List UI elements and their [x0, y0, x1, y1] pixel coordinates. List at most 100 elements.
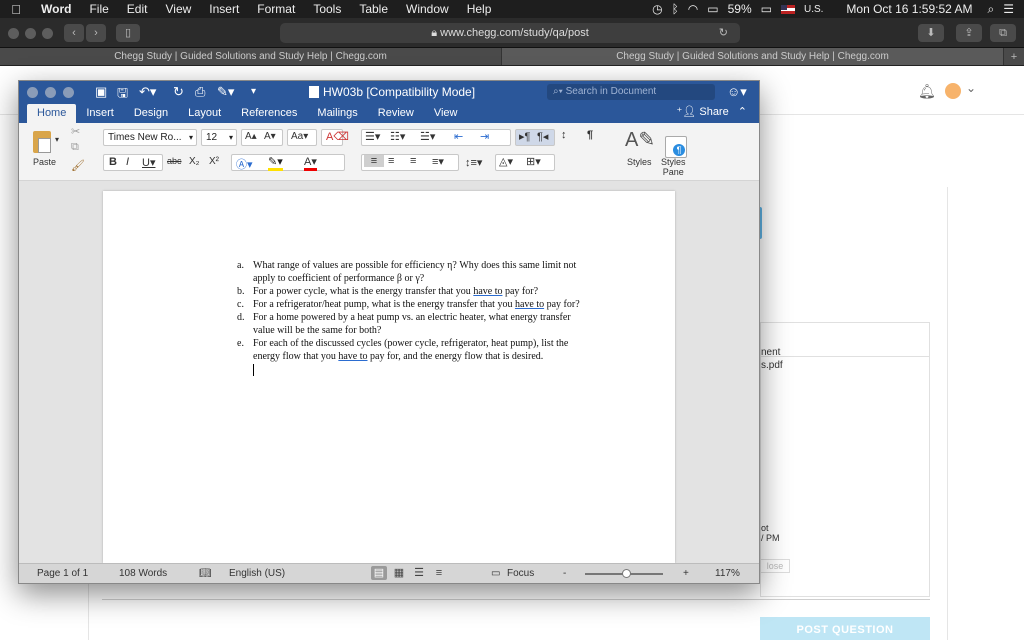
copy-icon[interactable]: ⧉	[71, 141, 79, 154]
undo-icon[interactable]: ↶▾	[139, 84, 156, 100]
ltr-icon[interactable]: ▸¶	[519, 130, 530, 143]
bluetooth-icon[interactable]: ᛒ	[672, 2, 679, 16]
bold-icon[interactable]: B	[109, 156, 117, 168]
borders-icon[interactable]: ⊞▾	[526, 155, 541, 168]
rtl-icon[interactable]: ¶◂	[537, 130, 548, 143]
decrease-indent-icon[interactable]: ⇤	[454, 130, 463, 143]
menu-help[interactable]: Help	[458, 2, 501, 16]
print-layout-icon[interactable]: ▤	[371, 566, 387, 580]
align-center-icon[interactable]: ≡	[388, 155, 394, 167]
shrink-font-icon[interactable]: A▾	[264, 131, 276, 142]
subscript-icon[interactable]: X₂	[189, 156, 200, 167]
redo-icon[interactable]: ↻	[173, 84, 184, 100]
font-color-icon[interactable]: A▾	[304, 155, 317, 171]
document-list-item[interactable]: d. For a home powered by a heat pump vs. …	[237, 311, 582, 337]
menu-edit[interactable]: Edit	[118, 2, 157, 16]
grammar-flagged-text[interactable]: have to	[338, 351, 367, 362]
grammar-flagged-text[interactable]: have to	[473, 286, 502, 297]
downloads-icon[interactable]: ⬇	[918, 24, 944, 42]
format-painter-icon[interactable]: 🖌︎	[71, 159, 85, 172]
word-count[interactable]: 108 Words	[119, 568, 167, 579]
multilevel-list-icon[interactable]: ☱▾	[420, 130, 435, 143]
battery-icon[interactable]: ▭	[761, 2, 772, 16]
menu-view[interactable]: View	[156, 2, 200, 16]
change-case-button[interactable]: Aa▾	[287, 129, 317, 146]
attachment-filename[interactable]: s.pdf	[761, 360, 783, 371]
minimize-window-icon[interactable]	[45, 87, 56, 98]
styles-icon[interactable]: A✎	[625, 127, 655, 152]
tab-references[interactable]: References	[231, 104, 307, 123]
apple-menu-icon[interactable]: 	[0, 2, 32, 17]
safari-tab-1[interactable]: Chegg Study | Guided Solutions and Study…	[0, 48, 502, 65]
url-bar[interactable]: 🔒︎ www.chegg.com/study/qa/post ↻	[280, 23, 740, 43]
highlight-icon[interactable]: ✎▾	[268, 155, 283, 171]
menu-format[interactable]: Format	[248, 2, 304, 16]
font-size-select[interactable]: 12 ▾	[201, 129, 237, 146]
underline-icon[interactable]: U▾	[142, 156, 155, 169]
menu-file[interactable]: File	[80, 2, 117, 16]
menu-window[interactable]: Window	[397, 2, 458, 16]
numbering-icon[interactable]: ☷▾	[390, 130, 405, 143]
search-document-input[interactable]: ⌕▾ Search in Document	[547, 84, 715, 100]
document-page[interactable]: a. What range of values are possible for …	[103, 191, 675, 563]
zoom-slider-thumb[interactable]	[622, 569, 631, 578]
draft-view-icon[interactable]: ≡	[431, 566, 447, 580]
menu-table[interactable]: Table	[350, 2, 397, 16]
print-icon[interactable]: ⎙	[195, 84, 205, 100]
document-list-item[interactable]: b. For a power cycle, what is the energy …	[237, 285, 582, 298]
spotlight-icon[interactable]: ⌕	[988, 2, 995, 17]
safari-tab-2[interactable]: Chegg Study | Guided Solutions and Study…	[502, 48, 1004, 65]
tab-view[interactable]: View	[424, 104, 468, 123]
close-button[interactable]: lose	[760, 559, 790, 573]
styles-pane-icon[interactable]	[665, 136, 687, 158]
align-right-icon[interactable]: ≡	[410, 155, 416, 167]
reload-icon[interactable]: ↻	[719, 23, 728, 43]
zoom-in-button[interactable]: +	[683, 568, 689, 579]
avatar[interactable]	[945, 83, 961, 99]
language[interactable]: English (US)	[229, 568, 285, 579]
share-button[interactable]: ⁺👤︎ Share ⌃	[677, 105, 747, 118]
input-source[interactable]: U.S.	[804, 4, 823, 15]
feedback-smiley-icon[interactable]: ☺▾	[727, 84, 747, 100]
tab-insert[interactable]: Insert	[76, 104, 124, 123]
clock[interactable]: Mon Oct 16 1:59:52 AM	[846, 2, 972, 16]
sidebar-icon[interactable]: ▯	[116, 24, 140, 42]
grow-font-icon[interactable]: A▴	[245, 131, 257, 142]
zoom-window-icon[interactable]	[42, 28, 53, 39]
menu-app-name[interactable]: Word	[32, 2, 80, 16]
tab-home[interactable]: Home	[27, 104, 77, 123]
sort-icon[interactable]: ↕	[561, 129, 567, 141]
tab-layout[interactable]: Layout	[178, 104, 231, 123]
focus-icon[interactable]: ▭	[491, 568, 500, 579]
page-count[interactable]: Page 1 of 1	[37, 568, 88, 579]
superscript-icon[interactable]: X²	[209, 156, 219, 167]
post-question-button[interactable]: POST QUESTION	[760, 617, 930, 640]
airplay-icon[interactable]: ▭	[707, 2, 718, 16]
zoom-out-button[interactable]: -	[563, 568, 566, 579]
collapse-ribbon-icon[interactable]: ⌃	[738, 106, 747, 118]
zoom-window-icon[interactable]	[63, 87, 74, 98]
notification-center-icon[interactable]: ☰	[1003, 2, 1014, 16]
outline-view-icon[interactable]: ☰	[411, 566, 427, 580]
cut-icon[interactable]: ✂	[71, 125, 80, 138]
menu-insert[interactable]: Insert	[200, 2, 248, 16]
focus-label[interactable]: Focus	[507, 568, 534, 579]
document-list-item[interactable]: a. What range of values are possible for …	[237, 259, 582, 285]
close-window-icon[interactable]	[8, 28, 19, 39]
text-effects-icon[interactable]: Ⓐ▾	[236, 156, 253, 172]
shading-icon[interactable]: ◬▾	[499, 155, 513, 168]
new-tab-button[interactable]: +	[1004, 48, 1024, 65]
chevron-down-icon[interactable]: ⌄	[966, 81, 976, 95]
show-marks-icon[interactable]: ¶	[587, 129, 593, 141]
justify-icon[interactable]: ≡▾	[432, 155, 444, 168]
time-machine-icon[interactable]: ◷	[652, 2, 662, 16]
edit-icon[interactable]: ✎▾	[217, 84, 234, 100]
web-layout-icon[interactable]: ▦	[391, 566, 407, 580]
close-window-icon[interactable]	[27, 87, 38, 98]
forward-icon[interactable]: ›	[86, 24, 106, 42]
grammar-flagged-text[interactable]: have to	[515, 299, 544, 310]
paste-dropdown-icon[interactable]: ▾	[55, 135, 59, 144]
back-icon[interactable]: ‹	[64, 24, 84, 42]
line-spacing-icon[interactable]: ↕≡▾	[465, 156, 482, 169]
font-name-select[interactable]: Times New Ro... ▾	[103, 129, 197, 146]
